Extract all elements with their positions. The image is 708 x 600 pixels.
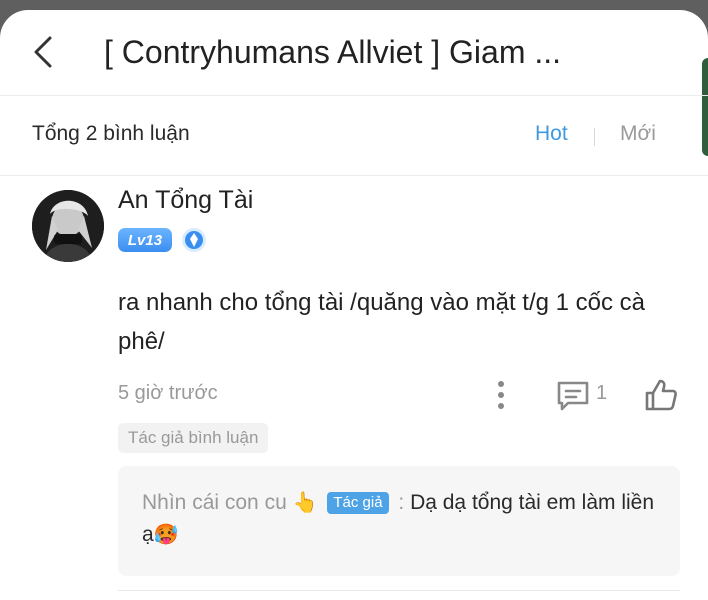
- sort-new-tab[interactable]: Mới: [620, 122, 656, 146]
- author-comment-tag: Tác giả bình luận: [118, 423, 269, 453]
- reply-preview[interactable]: Nhìn cái con cu 👆 Tác giả : Dạ dạ tổng t…: [118, 466, 680, 576]
- sort-hot-tab[interactable]: Hot: [535, 122, 568, 146]
- header: [ Contryhumans Allviet ] Giam ...: [0, 10, 708, 96]
- reply-count: 1: [596, 382, 608, 404]
- comment-username[interactable]: An Tổng Tài: [118, 186, 253, 215]
- avatar-image: [32, 190, 104, 262]
- sort-divider: [594, 128, 595, 146]
- comment-time: 5 giờ trước: [118, 382, 218, 404]
- reply-icon[interactable]: [556, 380, 590, 412]
- comments-count-bar: Tổng 2 bình luận Hot Mới: [0, 96, 708, 176]
- verified-badge-icon: [182, 228, 206, 252]
- reply-name-emoji: 👆: [292, 492, 318, 514]
- reply-separator: :: [398, 491, 405, 514]
- like-icon[interactable]: [643, 377, 679, 413]
- more-icon[interactable]: [490, 378, 512, 412]
- page-title: [ Contryhumans Allviet ] Giam ...: [104, 34, 562, 70]
- divider: [118, 590, 680, 591]
- comment-text: ra nhanh cho tổng tài /quăng vào mặt t/g…: [118, 289, 646, 355]
- reply-emoji: 🥵: [153, 524, 179, 546]
- back-arrow-icon: [34, 36, 52, 68]
- back-button[interactable]: [26, 32, 60, 72]
- avatar[interactable]: [32, 190, 104, 262]
- reply-author-name[interactable]: Nhìn cái con cu: [142, 491, 287, 514]
- level-badge: Lv13: [118, 228, 172, 252]
- author-badge: Tác giả: [327, 492, 389, 514]
- comments-count: Tổng 2 bình luận: [32, 122, 190, 145]
